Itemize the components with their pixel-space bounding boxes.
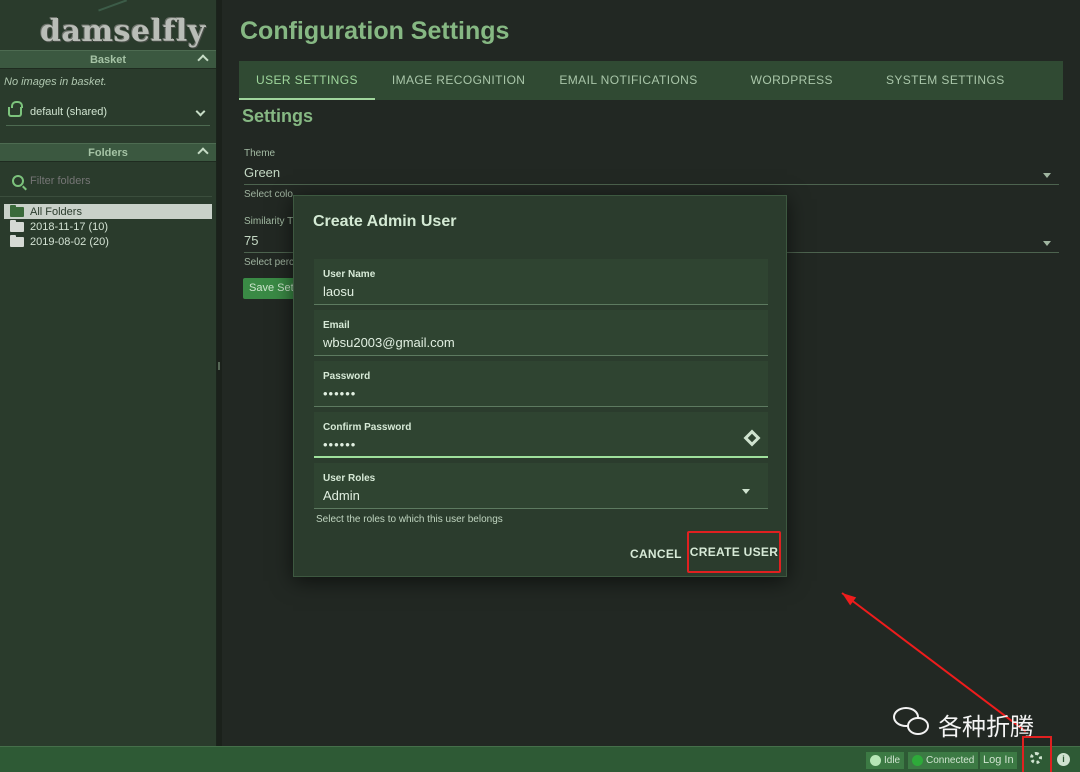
folder-item-all[interactable]: All Folders	[4, 204, 212, 219]
basket-empty-text: No images in basket.	[4, 76, 107, 88]
folder-label: All Folders	[30, 205, 82, 218]
folders-header[interactable]: Folders	[0, 143, 216, 162]
folder-open-icon	[10, 204, 24, 217]
chevron-down-icon[interactable]	[1043, 173, 1051, 182]
tab-email-notifications[interactable]: EMAIL NOTIFICATIONS	[542, 61, 733, 100]
folder-icon	[10, 219, 24, 232]
folder-label: 2018-11-17 (10)	[30, 220, 109, 233]
connection-dot-icon	[912, 755, 923, 766]
config-button[interactable]	[1022, 736, 1052, 772]
basket-select[interactable]: default (shared)	[6, 99, 210, 126]
splitter-grip-icon[interactable]	[218, 362, 220, 370]
settings-tabs: USER SETTINGS IMAGE RECOGNITION EMAIL NO…	[239, 61, 1063, 100]
theme-field: Theme Green Select colo	[244, 148, 1059, 200]
cancel-button[interactable]: CANCEL	[630, 547, 682, 561]
status-bar: Idle Connected Log In i	[0, 736, 1080, 772]
basket-select-value: default (shared)	[30, 106, 108, 118]
confirm-password-field[interactable]: Confirm Password ••••••	[314, 412, 768, 458]
tab-user-settings[interactable]: USER SETTINGS	[239, 61, 375, 100]
username-input[interactable]: laosu	[323, 284, 723, 299]
wechat-logo-icon	[893, 707, 931, 737]
user-roles-hint: Select the roles to which this user belo…	[316, 514, 503, 525]
status-idle-label: Idle	[884, 755, 901, 766]
search-icon	[12, 174, 24, 187]
dropdown-arrow-icon[interactable]	[742, 489, 750, 498]
status-idle: Idle	[866, 752, 905, 769]
folder-filter-input[interactable]	[30, 174, 190, 187]
chevron-down-icon[interactable]	[195, 106, 206, 117]
password-label: Password	[323, 371, 371, 382]
create-user-button[interactable]: CREATE USER	[687, 531, 781, 573]
create-admin-dialog: Create Admin User User Name laosu Email …	[293, 195, 787, 577]
basket-icon	[8, 101, 23, 117]
login-button[interactable]: Log In	[980, 752, 1017, 769]
chevron-down-icon[interactable]	[1043, 241, 1051, 250]
theme-label: Theme	[244, 148, 276, 159]
tab-wordpress[interactable]: WORDPRESS	[734, 61, 869, 100]
confirm-password-input[interactable]: ••••••	[323, 437, 723, 452]
status-connected-label: Connected	[926, 755, 975, 766]
username-label: User Name	[323, 269, 376, 280]
user-roles-label: User Roles	[323, 473, 376, 484]
user-roles-field[interactable]: User Roles Admin	[314, 463, 768, 509]
confirm-password-label: Confirm Password	[323, 422, 412, 433]
app-logo: damselfly	[0, 0, 216, 50]
app-logo-text: damselfly	[40, 14, 206, 49]
theme-value: Green	[244, 165, 281, 180]
check-circle-icon	[870, 755, 881, 766]
email-field[interactable]: Email wbsu2003@gmail.com	[314, 310, 768, 356]
sidebar: damselfly Basket No images in basket. de…	[0, 0, 217, 746]
tab-image-recognition[interactable]: IMAGE RECOGNITION	[375, 61, 542, 100]
status-connected: Connected	[908, 752, 979, 769]
folders-header-label: Folders	[88, 147, 128, 159]
gear-icon[interactable]	[1030, 752, 1042, 764]
settings-section-title: Settings	[242, 106, 314, 126]
basket-header-label: Basket	[89, 54, 127, 66]
theme-select[interactable]: Green	[244, 165, 1059, 185]
folder-item[interactable]: 2019-08-02 (20)	[4, 234, 212, 249]
chevron-up-icon[interactable]	[197, 54, 209, 66]
dialog-title: Create Admin User	[313, 213, 457, 230]
email-input[interactable]: wbsu2003@gmail.com	[323, 335, 723, 350]
folder-filter[interactable]	[0, 165, 212, 197]
username-field[interactable]: User Name laosu	[314, 259, 768, 305]
user-roles-select[interactable]: Admin	[323, 488, 723, 503]
similarity-value: 75	[244, 233, 259, 248]
info-icon[interactable]: i	[1057, 753, 1070, 766]
password-field[interactable]: Password ••••••	[314, 361, 768, 407]
folder-label: 2019-08-02 (20)	[30, 235, 109, 248]
chevron-up-icon[interactable]	[197, 147, 209, 159]
tab-system-settings[interactable]: SYSTEM SETTINGS	[869, 61, 1022, 100]
watermark-text: 各种折腾	[938, 713, 1034, 741]
folder-list: All Folders 2018-11-17 (10) 2019-08-02 (…	[0, 197, 216, 249]
email-label: Email	[323, 320, 350, 331]
folder-item[interactable]: 2018-11-17 (10)	[4, 219, 212, 234]
page-title: Configuration Settings	[240, 17, 510, 45]
basket-header[interactable]: Basket	[0, 50, 216, 69]
password-input[interactable]: ••••••	[323, 386, 723, 401]
folder-icon	[10, 234, 24, 247]
